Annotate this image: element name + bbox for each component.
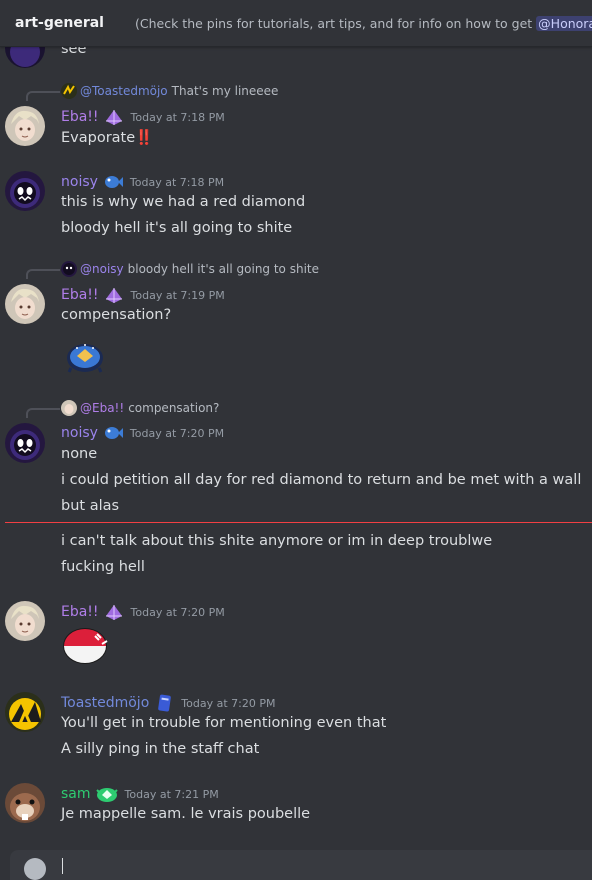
message-header: Eba!! Today at 7:19 PM [61, 285, 225, 305]
message-header: sam Today at 7:21 PM [61, 784, 219, 804]
message-line: A silly ping in the staff chat [61, 741, 260, 757]
attach-plus-icon[interactable] [24, 858, 46, 880]
message-timestamp[interactable]: Today at 7:20 PM [131, 606, 225, 619]
message-timestamp[interactable]: Today at 7:21 PM [125, 788, 219, 801]
message-timestamp[interactable]: Today at 7:19 PM [131, 289, 225, 302]
message-header: noisy Today at 7:18 PM [61, 172, 224, 192]
message-line: this is why we had a red diamond [61, 194, 306, 210]
message-header: Toastedmöjo Today at 7:20 PM [61, 693, 275, 713]
message-timestamp[interactable]: Today at 7:18 PM [130, 176, 224, 189]
message-header: noisy Today at 7:20 PM [61, 423, 224, 443]
reply-author[interactable]: @Eba!! [80, 401, 124, 415]
avatar-eba[interactable] [5, 284, 45, 324]
purple-crystal-badge-icon [105, 288, 122, 303]
message-line: fucking hell [61, 559, 145, 575]
avatar-eba[interactable] [5, 601, 45, 641]
author-name[interactable]: sam [61, 786, 91, 802]
topic-role-mention[interactable]: @Honora [536, 15, 592, 31]
message-timestamp[interactable]: Today at 7:20 PM [181, 697, 275, 710]
reply-avatar [61, 261, 77, 277]
author-name[interactable]: Eba!! [61, 604, 99, 620]
avatar-toastedmojo[interactable] [5, 692, 45, 732]
reply-avatar [61, 400, 77, 416]
channel-header: art-general (Check the pins for tutorial… [0, 0, 592, 47]
channel-topic[interactable]: (Check the pins for tutorials, art tips,… [134, 15, 592, 31]
author-name[interactable]: noisy [61, 425, 98, 441]
author-name[interactable]: Toastedmöjo [61, 695, 149, 711]
message-line: compensation? [61, 307, 172, 323]
blue-fish-badge-icon [104, 176, 123, 188]
text-caret [62, 858, 63, 874]
avatar-noisy[interactable] [5, 171, 45, 211]
reply-avatar [61, 83, 77, 99]
message-timestamp[interactable]: Today at 7:18 PM [131, 111, 225, 124]
message-header: Eba!! Today at 7:18 PM [61, 107, 225, 127]
purple-crystal-badge-icon [105, 110, 122, 125]
reply-text[interactable]: compensation? [128, 401, 219, 415]
message-header: Eba!! Today at 7:20 PM [61, 602, 225, 622]
reply-preview[interactable]: @Eba!! compensation? [61, 400, 219, 416]
message-line: Evaporate‼️ [61, 129, 153, 146]
blue-crown-blob-sticker[interactable] [63, 336, 107, 380]
purple-crystal-badge-icon [105, 605, 122, 620]
message-line: but alas [61, 498, 120, 514]
reply-spine [26, 408, 60, 418]
new-messages-divider [5, 522, 592, 523]
message-line: i could petition all day for red diamond… [61, 472, 582, 488]
message-line: none [61, 446, 98, 462]
reply-text[interactable]: That's my lineeee [172, 84, 279, 98]
reply-author[interactable]: @noisy [80, 262, 124, 276]
reply-preview[interactable]: @Toastedmöjo That's my lineeee [61, 83, 278, 99]
message-line: bloody hell it's all going to shite [61, 220, 293, 236]
blue-card-badge-icon [158, 694, 172, 712]
author-name[interactable]: noisy [61, 174, 98, 190]
reply-spine [26, 91, 60, 101]
message-timestamp[interactable]: Today at 7:20 PM [130, 427, 224, 440]
blue-fish-badge-icon [104, 427, 123, 439]
reply-preview[interactable]: @noisy bloody hell it's all going to shi… [61, 261, 319, 277]
message-line: You'll get in trouble for mentioning eve… [61, 715, 387, 731]
double-exclamation-emoji: ‼️ [135, 130, 154, 146]
message-line: i can't talk about this shite anymore or… [61, 533, 493, 549]
avatar-sam[interactable] [5, 783, 45, 823]
red-white-ball-sticker[interactable] [61, 624, 111, 672]
avatar-noisy[interactable] [5, 423, 45, 463]
message-text: Evaporate [61, 130, 136, 146]
avatar-eba[interactable] [5, 106, 45, 146]
message-feed: see @Toastedmöjo That's my lineeee Eba!!… [0, 28, 592, 846]
reply-spine [26, 269, 60, 279]
reply-author[interactable]: @Toastedmöjo [80, 84, 168, 98]
green-gem-badge-icon [95, 788, 118, 802]
author-name[interactable]: Eba!! [61, 287, 99, 303]
channel-name: art-general [15, 15, 104, 31]
reply-text[interactable]: bloody hell it's all going to shite [128, 262, 319, 276]
author-name[interactable]: Eba!! [61, 109, 99, 125]
channel-topic-text: (Check the pins for tutorials, art tips,… [134, 15, 537, 31]
message-composer[interactable] [10, 850, 592, 880]
message-line: Je mappelle sam. le vrais poubelle [61, 806, 311, 822]
